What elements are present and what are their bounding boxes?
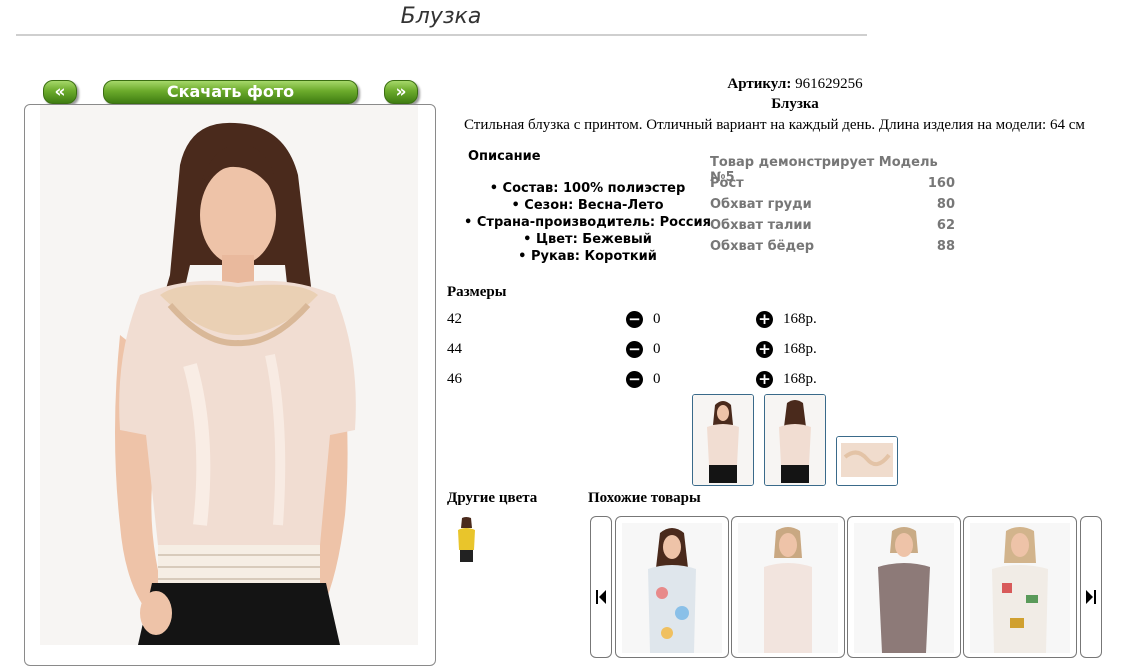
size-label: 46 bbox=[447, 371, 462, 387]
thumbnail-front-image bbox=[693, 395, 753, 485]
sizes-heading: Размеры bbox=[447, 284, 507, 300]
model-row-value: 88 bbox=[936, 239, 955, 254]
model-row: Обхват талии 62 bbox=[710, 218, 955, 239]
model-measurements: Товар демонстрирует Модель №5 Рост 160 О… bbox=[710, 155, 955, 260]
similar-product-image bbox=[854, 523, 954, 653]
model-illustration bbox=[40, 105, 418, 645]
article-value: 961629256 bbox=[795, 76, 863, 92]
size-row: 46 − 0 + 168р. bbox=[447, 371, 827, 393]
similar-product-card[interactable] bbox=[847, 516, 961, 658]
decrease-qty-button[interactable]: − bbox=[626, 371, 643, 388]
other-colors-heading: Другие цвета bbox=[447, 490, 538, 506]
size-price: 168р. bbox=[783, 311, 817, 327]
similar-product-card[interactable] bbox=[731, 516, 845, 658]
photo-thumbnail[interactable] bbox=[764, 394, 826, 486]
skip-forward-icon bbox=[1086, 590, 1096, 604]
model-row: Обхват бёдер 88 bbox=[710, 239, 955, 260]
model-row-value: 80 bbox=[936, 197, 955, 212]
yellow-variant-image bbox=[453, 516, 480, 562]
download-photo-button[interactable]: Скачать фото bbox=[103, 80, 358, 104]
details-heading: Описание bbox=[468, 149, 541, 164]
model-row-label: Обхват груди bbox=[710, 197, 812, 212]
similar-product-image bbox=[622, 523, 722, 653]
detail-item: • Страна-производитель: Россия bbox=[464, 215, 711, 230]
skip-back-icon bbox=[596, 590, 606, 604]
carousel-prev-button[interactable] bbox=[590, 516, 612, 658]
detail-item: • Состав: 100% полиэстер bbox=[489, 181, 686, 196]
similar-product-card[interactable] bbox=[615, 516, 729, 658]
model-heading: Товар демонстрирует Модель №5 bbox=[710, 155, 938, 185]
detail-item: • Рукав: Короткий bbox=[518, 249, 657, 264]
thumbnail-fabric-image bbox=[837, 437, 897, 485]
model-row-value: 62 bbox=[936, 218, 955, 233]
main-product-photo[interactable] bbox=[40, 105, 418, 645]
increase-qty-button[interactable]: + bbox=[756, 311, 773, 328]
similar-products-heading: Похожие товары bbox=[588, 490, 701, 506]
model-row-value: 160 bbox=[927, 176, 955, 191]
thumbnail-back-image bbox=[765, 395, 825, 485]
model-row-label: Обхват талии bbox=[710, 218, 812, 233]
size-row: 44 − 0 + 168р. bbox=[447, 341, 827, 363]
qty-value: 0 bbox=[653, 371, 661, 387]
article-label: Артикул: bbox=[727, 76, 792, 92]
other-color-thumbnail[interactable] bbox=[453, 516, 480, 562]
page-title: Блузка bbox=[400, 4, 482, 29]
size-row: 42 − 0 + 168р. bbox=[447, 311, 827, 333]
decrease-qty-button[interactable]: − bbox=[626, 311, 643, 328]
product-description: Стильная блузка с принтом. Отличный вари… bbox=[464, 117, 1085, 133]
product-name: Блузка bbox=[771, 96, 819, 112]
model-row-label: Обхват бёдер bbox=[710, 239, 815, 254]
decrease-qty-button[interactable]: − bbox=[626, 341, 643, 358]
size-price: 168р. bbox=[783, 371, 817, 387]
qty-value: 0 bbox=[653, 311, 661, 327]
prev-photo-button[interactable]: « bbox=[43, 80, 77, 104]
photo-thumbnail[interactable] bbox=[836, 436, 898, 486]
similar-product-card[interactable] bbox=[963, 516, 1077, 658]
size-label: 42 bbox=[447, 311, 462, 327]
qty-value: 0 bbox=[653, 341, 661, 357]
size-label: 44 bbox=[447, 341, 462, 357]
increase-qty-button[interactable]: + bbox=[756, 371, 773, 388]
detail-item: • Сезон: Весна-Лето bbox=[511, 198, 664, 213]
details-list: • Состав: 100% полиэстер • Сезон: Весна-… bbox=[455, 180, 720, 265]
title-divider bbox=[16, 34, 867, 36]
next-photo-button[interactable]: » bbox=[384, 80, 418, 104]
model-row-label: Рост bbox=[710, 176, 744, 191]
similar-product-image bbox=[738, 523, 838, 653]
increase-qty-button[interactable]: + bbox=[756, 341, 773, 358]
photo-thumbnail[interactable] bbox=[692, 394, 754, 486]
model-row: Обхват груди 80 bbox=[710, 197, 955, 218]
detail-item: • Цвет: Бежевый bbox=[523, 232, 652, 247]
carousel-next-button[interactable] bbox=[1080, 516, 1102, 658]
model-row: Рост 160 bbox=[710, 176, 955, 197]
article-line: Артикул: 961629256 bbox=[650, 76, 940, 93]
similar-product-image bbox=[970, 523, 1070, 653]
size-price: 168р. bbox=[783, 341, 817, 357]
